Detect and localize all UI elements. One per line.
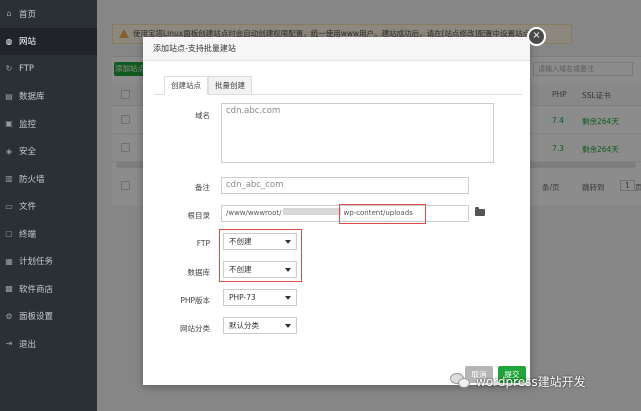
database-icon: ▤ (5, 91, 13, 101)
sidebar-item[interactable]: ↻ FTP (0, 55, 97, 83)
ftp-label: FTP (196, 239, 210, 248)
sidebar-item[interactable]: ◈ 安全 (0, 138, 97, 166)
store-icon: ▩ (5, 284, 13, 294)
sidebar-item-label: 退出 (19, 339, 37, 350)
sidebar-item-label: FTP (19, 63, 35, 74)
sidebar-item-label: 安全 (19, 147, 37, 158)
sidebar-item[interactable]: ⇥ 退出 (0, 330, 97, 358)
php-version-label: PHP版本 (180, 296, 210, 305)
sidebar-item-label: 网站 (19, 37, 37, 48)
chevron-down-icon (285, 296, 291, 300)
watermark: wordpress建站开发 (450, 370, 586, 392)
logout-icon: ⇥ (5, 339, 13, 349)
globe-icon: ◍ (5, 36, 13, 46)
ftp-database-highlight (219, 229, 302, 282)
domain-textarea[interactable]: cdn.abc.com (221, 103, 494, 163)
sidebar-item-label: 监控 (19, 119, 37, 130)
folder-icon: ▭ (5, 201, 13, 211)
sidebar-item-label: 软件商店 (19, 284, 54, 295)
monitor-icon: ▣ (5, 119, 13, 129)
home-icon: ⌂ (6, 9, 12, 19)
category-value: 默认分类 (229, 321, 259, 330)
category-select[interactable]: 默认分类 (223, 317, 297, 334)
sidebar-item[interactable]: ▢ 终端 (0, 220, 97, 248)
terminal-icon: ▢ (5, 229, 13, 239)
domain-label: 域名 (195, 111, 210, 120)
php-version-value: PHP-73 (229, 293, 256, 302)
sidebar-item[interactable]: ▩ 软件商店 (0, 275, 97, 303)
root-dir-label: 根目录 (187, 211, 211, 220)
sidebar-item-label: 防火墙 (19, 174, 45, 185)
dialog-title: 添加站点-支持批量建站 (143, 37, 530, 61)
firewall-icon: ▥ (5, 174, 13, 184)
sidebar-list: ⌂ 首页 ◍ 网站 ↻ FTP ▤ 数据库 ▣ 监控 ◈ 安全 ▥ 防火墙 ▭ 文件 ▢ 终端 ▦ 计划任务 ▩ 软件商店… (0, 0, 97, 358)
sidebar-item[interactable]: ▭ 文件 (0, 193, 97, 221)
tab-create-site[interactable]: 创建站点 (164, 76, 208, 95)
tab-batch-create[interactable]: 批量创建 (208, 76, 252, 95)
sidebar-item[interactable]: ▦ 计划任务 (0, 248, 97, 276)
gear-icon: ⚙ (5, 311, 13, 321)
sidebar-item-label: 首页 (19, 9, 37, 20)
sidebar-item[interactable]: ◍ 网站 (0, 27, 97, 55)
ftp-icon: ↻ (5, 64, 13, 74)
database-label: 数据库 (187, 268, 211, 277)
remark-label: 备注 (195, 183, 210, 192)
sidebar-item-label: 面板设置 (19, 312, 54, 323)
close-icon[interactable]: × (527, 27, 546, 46)
sidebar: ⌂ 首页 ◍ 网站 ↻ FTP ▤ 数据库 ▣ 监控 ◈ 安全 ▥ 防火墙 ▭ 文件 ▢ 终端 ▦ 计划任务 ▩ 软件商店… (0, 0, 97, 411)
sidebar-item-label: 数据库 (19, 92, 45, 103)
wechat-icon (450, 373, 472, 389)
blurred-path (283, 208, 342, 215)
shield-icon: ◈ (5, 146, 13, 156)
sidebar-item[interactable]: ▤ 数据库 (0, 83, 97, 111)
sidebar-item[interactable]: ⚙ 面板设置 (0, 303, 97, 331)
root-dir-highlight (339, 204, 426, 224)
sidebar-item-label: 文件 (19, 202, 37, 213)
folder-icon[interactable] (475, 207, 485, 216)
remark-input[interactable]: cdn_abc_com (221, 177, 469, 194)
sidebar-item[interactable]: ▥ 防火墙 (0, 165, 97, 193)
sidebar-item-label: 计划任务 (19, 257, 54, 268)
category-label: 网站分类 (180, 324, 210, 333)
calendar-icon: ▦ (5, 256, 13, 266)
root-dir-prefix: /www/wwwroot/ (226, 209, 282, 217)
sidebar-item[interactable]: ⌂ 首页 (0, 0, 97, 28)
sidebar-item-label: 终端 (19, 229, 37, 240)
chevron-down-icon (285, 324, 291, 328)
watermark-text: wordpress建站开发 (476, 374, 586, 389)
php-version-select[interactable]: PHP-73 (223, 289, 297, 306)
sidebar-item[interactable]: ▣ 监控 (0, 110, 97, 138)
